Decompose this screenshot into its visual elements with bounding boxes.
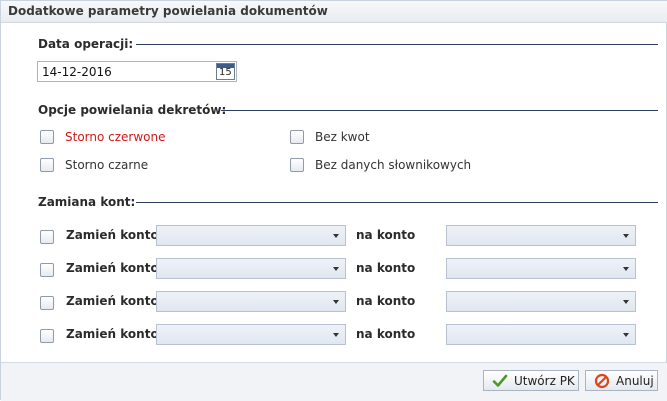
swap-row-3-to-select[interactable] bbox=[446, 291, 636, 312]
swap-row-2-checkbox[interactable] bbox=[40, 263, 54, 277]
chevron-down-icon bbox=[623, 300, 629, 304]
swap-row-2-from-label: Zamień konto bbox=[66, 261, 159, 275]
dialog: Dodatkowe parametry powielania dokumentó… bbox=[0, 0, 667, 401]
chevron-down-icon bbox=[623, 333, 629, 337]
swap-row-1-to-select[interactable] bbox=[446, 225, 636, 246]
cancel-icon bbox=[594, 373, 610, 389]
swap-row-4-from-select[interactable] bbox=[156, 324, 346, 345]
calendar-day: 15 bbox=[219, 67, 232, 78]
chevron-down-icon bbox=[333, 234, 339, 238]
swap-row-4-from-label: Zamień konto bbox=[66, 327, 159, 341]
calendar-icon[interactable]: 15 bbox=[216, 63, 235, 80]
dialog-title: Dodatkowe parametry powielania dokumentó… bbox=[8, 4, 328, 18]
swap-row-2-to-label: na konto bbox=[356, 261, 416, 275]
date-section-divider bbox=[136, 44, 658, 45]
cancel-button[interactable]: Anuluj bbox=[585, 370, 658, 391]
options-section-label: Opcje powielania dekretów: bbox=[38, 103, 227, 117]
swap-row-4-to-select[interactable] bbox=[446, 324, 636, 345]
dialog-footer: Utwórz PK Anuluj bbox=[1, 362, 667, 401]
cancel-label: Anuluj bbox=[616, 374, 654, 388]
swap-row-2-from-select[interactable] bbox=[156, 258, 346, 279]
swap-section-label: Zamiana kont: bbox=[38, 195, 136, 209]
bez-kwot-label: Bez kwot bbox=[315, 130, 370, 144]
swap-row-4-checkbox[interactable] bbox=[40, 329, 54, 343]
chevron-down-icon bbox=[623, 267, 629, 271]
swap-row-1-to-label: na konto bbox=[356, 228, 416, 242]
checkmark-icon bbox=[492, 374, 508, 387]
date-input[interactable] bbox=[38, 62, 214, 81]
swap-row-4-to-label: na konto bbox=[356, 327, 416, 341]
date-field: 15 bbox=[37, 61, 237, 82]
chevron-down-icon bbox=[333, 267, 339, 271]
bez-danych-slownikowych-checkbox[interactable] bbox=[290, 158, 304, 172]
bez-danych-slownikowych-label: Bez danych słownikowych bbox=[315, 158, 472, 172]
swap-row-1-from-label: Zamień konto bbox=[66, 228, 159, 242]
chevron-down-icon bbox=[333, 333, 339, 337]
dialog-titlebar: Dodatkowe parametry powielania dokumentó… bbox=[1, 1, 667, 23]
bez-kwot-checkbox[interactable] bbox=[290, 130, 304, 144]
storno-czerwone-checkbox[interactable] bbox=[40, 130, 54, 144]
storno-czerwone-label: Storno czerwone bbox=[65, 130, 166, 144]
swap-section-divider bbox=[136, 202, 658, 203]
swap-row-3-from-select[interactable] bbox=[156, 291, 346, 312]
chevron-down-icon bbox=[623, 234, 629, 238]
date-section-label: Data operacji: bbox=[38, 37, 134, 51]
swap-row-3-from-label: Zamień konto bbox=[66, 294, 159, 308]
swap-row-2-to-select[interactable] bbox=[446, 258, 636, 279]
create-pk-label: Utwórz PK bbox=[514, 374, 575, 388]
storno-czarne-checkbox[interactable] bbox=[40, 158, 54, 172]
chevron-down-icon bbox=[333, 300, 339, 304]
storno-czarne-label: Storno czarne bbox=[65, 158, 149, 172]
create-pk-button[interactable]: Utwórz PK bbox=[483, 370, 579, 391]
swap-row-1-from-select[interactable] bbox=[156, 225, 346, 246]
swap-row-3-checkbox[interactable] bbox=[40, 296, 54, 310]
options-section-divider bbox=[221, 110, 658, 111]
swap-row-3-to-label: na konto bbox=[356, 294, 416, 308]
swap-row-1-checkbox[interactable] bbox=[40, 230, 54, 244]
